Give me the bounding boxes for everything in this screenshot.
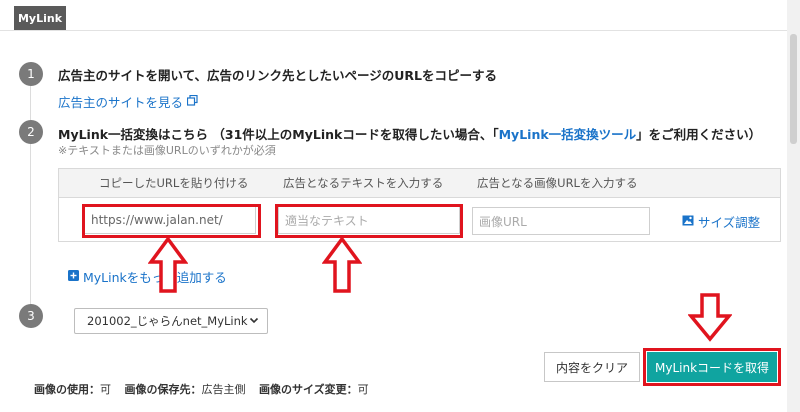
storage-label: 画像の保存先：	[124, 383, 202, 396]
size-adjust-link[interactable]: サイズ調整	[682, 212, 760, 231]
step-2-number: 2	[27, 125, 35, 139]
step-1-title: 広告主のサイトを開いて、広告のリンク先としたいページのURLをコピーする	[58, 68, 497, 83]
plus-square-icon	[68, 269, 79, 284]
image-url-input[interactable]: 画像URL	[472, 207, 650, 235]
step-2-title-prefix: MyLink一括変換はこちら （31件以上のMyLinkコードを取得したい場合、…	[58, 127, 499, 142]
column-header-text: 広告となるテキストを入力する	[283, 176, 444, 190]
steps-connector-line	[30, 80, 31, 310]
site-select-value: 201002_じゃらんnet_MyLink	[87, 314, 248, 328]
step-2-title-suffix: 」をご利用ください）	[636, 127, 762, 142]
clear-button[interactable]: 内容をクリア	[544, 352, 640, 382]
step-1-number: 1	[27, 67, 35, 81]
tab-label: MyLink	[17, 11, 63, 25]
usage-value: 可	[100, 383, 111, 396]
arrow-down-icon	[688, 293, 732, 342]
resize-label: 画像のサイズ変更：	[259, 383, 358, 396]
step-1-badge: 1	[19, 62, 43, 86]
step-2-title: MyLink一括変換はこちら （31件以上のMyLinkコードを取得したい場合、…	[58, 124, 761, 143]
external-link-icon	[186, 94, 198, 109]
url-input-highlight	[82, 204, 261, 238]
advertiser-site-link[interactable]: 広告主のサイトを見る	[58, 92, 198, 111]
scrollbar-thumb[interactable]	[790, 34, 797, 144]
image-usage-info: 画像の使用：可 画像の保存先：広告主側 画像のサイズ変更：可	[34, 381, 379, 397]
image-icon	[682, 214, 694, 229]
step-3-number: 3	[27, 309, 35, 323]
size-adjust-label: サイズ調整	[698, 215, 761, 230]
usage-label: 画像の使用：	[34, 383, 100, 396]
arrow-up-icon	[322, 236, 362, 293]
column-header-url: コピーしたURLを貼り付ける	[99, 176, 249, 190]
mylink-tab[interactable]: MyLink	[14, 6, 66, 30]
page-scrollbar[interactable]	[787, 0, 800, 412]
storage-value: 広告主側	[201, 383, 246, 396]
ad-text-input-highlight	[275, 204, 463, 238]
form-header-row: コピーしたURLを貼り付ける 広告となるテキストを入力する 広告となる画像URL…	[59, 169, 780, 198]
step-2-badge: 2	[19, 120, 43, 144]
chevron-down-icon	[249, 315, 259, 328]
bulk-convert-tool-link[interactable]: MyLink一括変換ツール	[499, 127, 637, 142]
step-3-badge: 3	[19, 304, 43, 328]
arrow-up-icon	[148, 236, 188, 293]
column-header-image: 広告となる画像URLを入力する	[477, 176, 638, 190]
required-note: ※テキストまたは画像URLのいずれかが必須	[58, 144, 276, 157]
get-button-highlight	[643, 348, 781, 386]
resize-value: 可	[357, 383, 369, 396]
advertiser-site-link-label: 広告主のサイトを見る	[58, 95, 184, 110]
header-divider	[0, 30, 787, 31]
site-select[interactable]: 201002_じゃらんnet_MyLink	[74, 308, 268, 334]
